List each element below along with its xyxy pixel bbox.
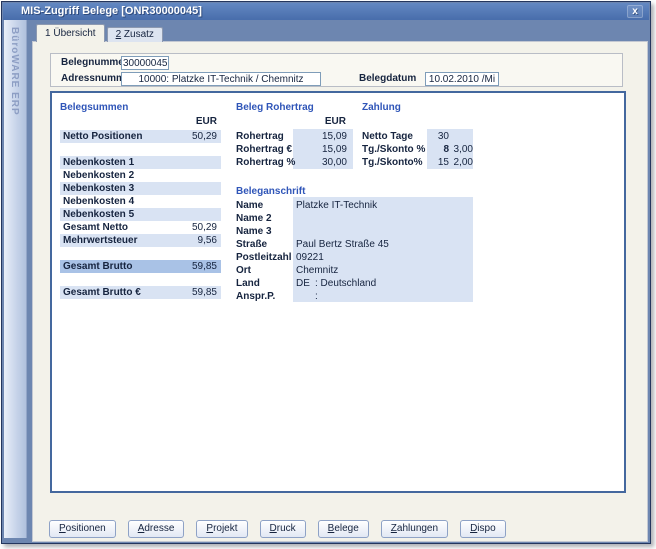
table-row: Postleitzahl09221	[236, 251, 476, 264]
adresse-button[interactable]: Adresse	[128, 520, 185, 538]
table-row: Rohertrag %30,00	[236, 156, 350, 169]
table-row: Gesamt Brutto €59,85	[60, 286, 221, 299]
dispo-button[interactable]: Dispo	[460, 520, 506, 538]
table-row: Nebenkosten 3	[60, 182, 221, 195]
belegsummen-table: Netto Positionen50,29 Nebenkosten 1 Nebe…	[60, 130, 221, 299]
belegnummer-label: Belegnummer	[61, 57, 128, 68]
zahlung-table: Netto Tage30 Tg./Skonto %83,00 Tg./Skont…	[362, 130, 473, 169]
rohertrag-table: Rohertrag15,09 Rohertrag €15,09 Rohertra…	[236, 130, 350, 169]
detail-panel: Belegsummen EUR Netto Positionen50,29 Ne…	[50, 91, 626, 493]
table-row: Name 3	[236, 225, 476, 238]
belege-button[interactable]: Belege	[318, 520, 369, 538]
action-button-bar: Positionen Adresse Projekt Druck Belege …	[49, 520, 506, 538]
adressnummer-input[interactable]	[121, 72, 321, 86]
table-row: Nebenkosten 2	[60, 169, 221, 182]
table-row: Rohertrag15,09	[236, 130, 350, 143]
app-window: MIS-Zugriff Belege [ONR30000045] x BüroW…	[1, 1, 651, 544]
table-row: Name 2	[236, 212, 476, 225]
table-row: Rohertrag €15,09	[236, 143, 350, 156]
belegsummen-currency: EUR	[60, 116, 221, 127]
tab-bar: 1 Übersicht 2 Zusatz	[36, 24, 163, 42]
titlebar[interactable]: MIS-Zugriff Belege [ONR30000045] x	[3, 3, 649, 20]
content-panel: Belegnummer Adressnummer Belegdatum Bele…	[32, 41, 648, 542]
table-row: Tg./Skonto%152,00	[362, 156, 473, 169]
zahlungen-button[interactable]: Zahlungen	[381, 520, 448, 538]
brand-strip: BüroWARE ERP	[4, 20, 27, 538]
window-title: MIS-Zugriff Belege [ONR30000045]	[21, 5, 202, 17]
zahlung-title: Zahlung	[362, 102, 401, 113]
rohertrag-currency: EUR	[236, 116, 350, 127]
table-row: LandDE: Deutschland	[236, 277, 476, 290]
belegdatum-input[interactable]	[425, 72, 499, 86]
druck-button[interactable]: Druck	[260, 520, 306, 538]
belegnummer-input[interactable]	[121, 56, 169, 70]
table-row: StraßePaul Bertz Straße 45	[236, 238, 476, 251]
table-row: Mehrwertsteuer9,56	[60, 234, 221, 247]
anschrift-title: Beleganschrift	[236, 186, 305, 197]
table-row: OrtChemnitz	[236, 264, 476, 277]
table-row: Netto Tage30	[362, 130, 473, 143]
table-row	[60, 247, 221, 260]
table-row: Nebenkosten 4	[60, 195, 221, 208]
table-row: Nebenkosten 5	[60, 208, 221, 221]
anschrift-table: NamePlatzke IT-Technik Name 2 Name 3 Str…	[236, 199, 476, 303]
table-row: Anspr.P.:	[236, 290, 476, 303]
header-fields-panel: Belegnummer Adressnummer Belegdatum	[50, 53, 623, 87]
rohertrag-title: Beleg Rohertrag	[236, 102, 314, 113]
table-row	[60, 143, 221, 156]
projekt-button[interactable]: Projekt	[196, 520, 247, 538]
close-icon[interactable]: x	[627, 5, 643, 18]
tab-uebersicht[interactable]: 1 Übersicht	[36, 24, 105, 42]
table-row: Netto Positionen50,29	[60, 130, 221, 143]
positionen-button[interactable]: Positionen	[49, 520, 116, 538]
belegsummen-title: Belegsummen	[60, 102, 128, 113]
table-row-gesamt-brutto: Gesamt Brutto59,85	[60, 260, 221, 273]
table-row: Gesamt Netto50,29	[60, 221, 221, 234]
table-row: Tg./Skonto %83,00	[362, 143, 473, 156]
belegdatum-label: Belegdatum	[359, 73, 416, 84]
table-row: Nebenkosten 1	[60, 156, 221, 169]
table-row: NamePlatzke IT-Technik	[236, 199, 476, 212]
tab-zusatz[interactable]: 2 Zusatz	[107, 27, 163, 42]
brand-logo: BüroWARE ERP	[9, 20, 20, 116]
table-row	[60, 273, 221, 286]
